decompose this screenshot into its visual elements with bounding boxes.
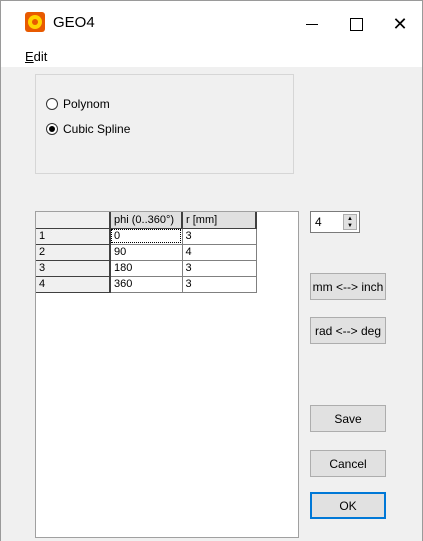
maximize-button[interactable] [334, 1, 378, 47]
app-target-icon[interactable] [25, 12, 45, 32]
phi-cell[interactable]: 90 [110, 244, 183, 261]
table-row: 2 90 4 [36, 244, 257, 261]
cancel-button[interactable]: Cancel [310, 450, 386, 477]
close-icon: ✕ [392, 13, 408, 34]
r-cell[interactable]: 4 [182, 244, 257, 261]
polynom-label: Polynom [63, 97, 110, 111]
table-row: 1 0 3 [36, 228, 257, 245]
minimize-icon [306, 23, 318, 25]
minimize-button[interactable] [290, 1, 334, 47]
data-table: phi (0..360°) r [mm] 1 0 3 2 90 4 3 180 … [36, 212, 257, 293]
data-grid[interactable]: phi (0..360°) r [mm] 1 0 3 2 90 4 3 180 … [35, 211, 299, 538]
r-cell[interactable]: 3 [182, 276, 257, 293]
phi-cell[interactable]: 360 [110, 276, 183, 293]
polynom-radio[interactable] [46, 98, 58, 110]
maximize-icon [349, 17, 363, 31]
phi-cell[interactable]: 0 [110, 228, 183, 245]
spin-down-icon[interactable]: ▼ [347, 223, 353, 229]
save-button[interactable]: Save [310, 405, 386, 432]
column-header-r[interactable]: r [mm] [182, 212, 257, 229]
menu-edit-label: dit [33, 49, 48, 64]
row-header[interactable]: 1 [36, 228, 111, 245]
dialog-body: Polynom Cubic Spline phi (0..360°) r [mm… [1, 67, 422, 541]
table-header-row: phi (0..360°) r [mm] [36, 212, 257, 229]
close-button[interactable]: ✕ [378, 1, 422, 47]
table-corner [36, 212, 111, 229]
geo4-window: GEO4 ✕ Edit Polynom Cubic Spline phi (0.… [0, 0, 423, 541]
menu-edit[interactable]: Edit [25, 49, 47, 64]
cubic-spline-radio[interactable] [46, 123, 58, 135]
row-count-value[interactable]: 4 [315, 215, 322, 229]
menu-edit-mnemonic: E [25, 49, 34, 64]
row-header[interactable]: 4 [36, 276, 111, 293]
table-row: 4 360 3 [36, 276, 257, 293]
interpolation-groupbox: Polynom Cubic Spline [35, 74, 294, 174]
spin-up-icon[interactable]: ▲ [347, 216, 353, 222]
rad-deg-button[interactable]: rad <--> deg [310, 317, 386, 344]
cubic-spline-option[interactable]: Cubic Spline [46, 122, 130, 136]
ok-button[interactable]: OK [310, 492, 386, 519]
spin-buttons[interactable]: ▲ ▼ [343, 214, 357, 230]
title-bar[interactable]: GEO4 ✕ [1, 1, 422, 47]
row-header[interactable]: 3 [36, 260, 111, 277]
r-cell[interactable]: 3 [182, 228, 257, 245]
window-title: GEO4 [53, 14, 95, 31]
phi-cell[interactable]: 180 [110, 260, 183, 277]
row-header[interactable]: 2 [36, 244, 111, 261]
r-cell[interactable]: 3 [182, 260, 257, 277]
row-count-spinner[interactable]: 4 ▲ ▼ [310, 211, 360, 233]
menu-bar: Edit [1, 47, 422, 67]
cubic-spline-label: Cubic Spline [63, 122, 131, 136]
table-row: 3 180 3 [36, 260, 257, 277]
polynom-option[interactable]: Polynom [46, 97, 110, 111]
mm-inch-button[interactable]: mm <--> inch [310, 273, 386, 300]
column-header-phi[interactable]: phi (0..360°) [110, 212, 183, 229]
